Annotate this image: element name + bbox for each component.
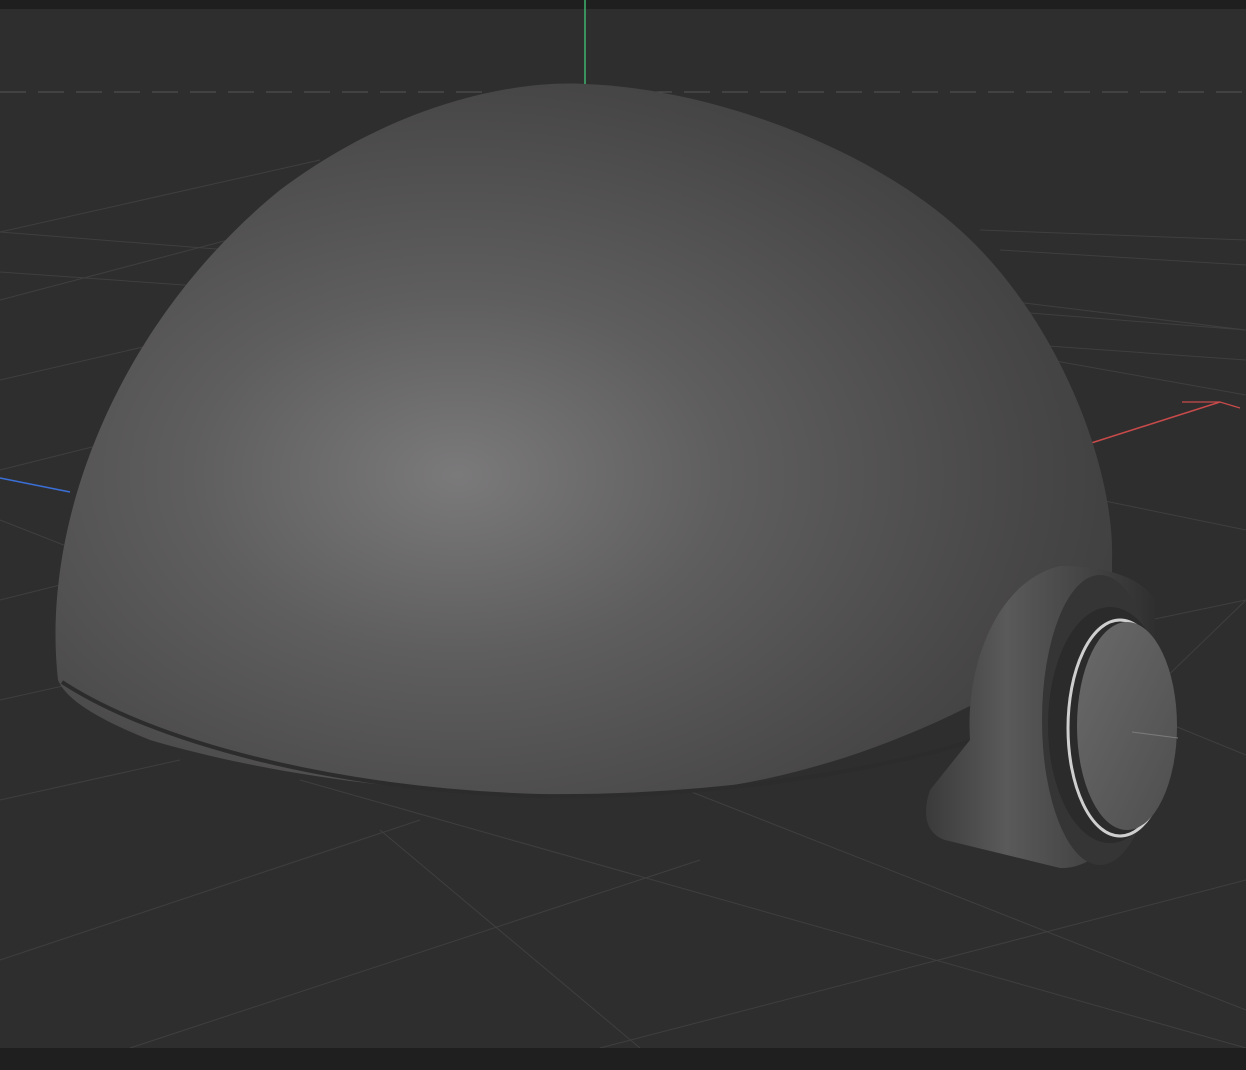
cap-face (1077, 622, 1177, 830)
scene-canvas[interactable] (0, 0, 1246, 1070)
dome-mesh (55, 83, 1113, 796)
viewport-bottom-bar (0, 1048, 1246, 1070)
3d-viewport[interactable] (0, 0, 1246, 1070)
axis-x-line (1084, 401, 1221, 446)
axis-z-line (0, 477, 71, 493)
